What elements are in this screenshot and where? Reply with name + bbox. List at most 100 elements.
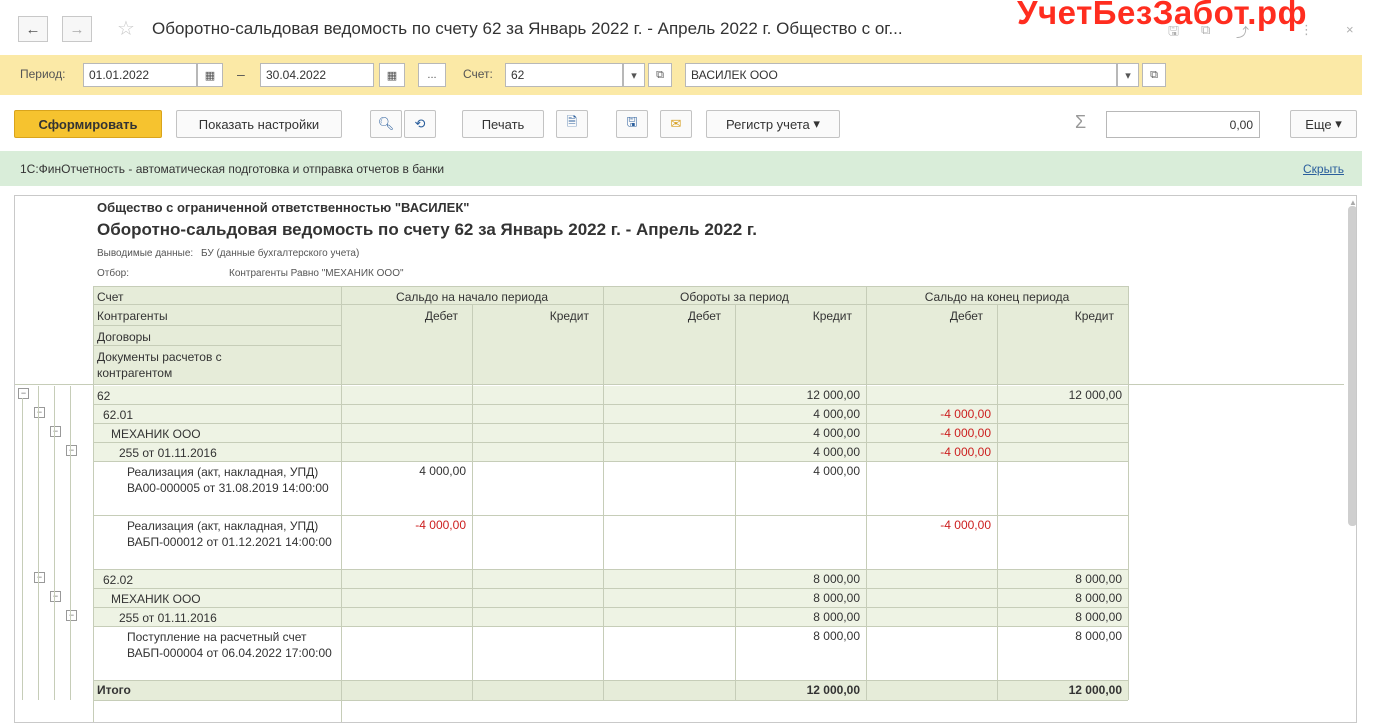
header-credit: Кредит [812,309,852,323]
header-opening: Сальдо на начало периода [395,290,549,304]
account-input[interactable]: 62 [505,63,623,87]
chevron-down-icon: ▾ [1125,69,1131,82]
preview-button[interactable]: 🗎 [556,110,588,138]
grid-line [93,286,1128,287]
account-label: Счет: [463,67,493,81]
date-to-calendar-button[interactable]: ▦ [379,63,405,87]
more-label: Еще [1305,116,1332,132]
cell-tc: 8 000,00 [813,572,860,586]
cell-tc: 8 000,00 [813,591,860,605]
account-open-button[interactable]: ⧉ [648,63,672,87]
period-select-button[interactable]: ... [418,63,446,87]
cell-cd: -4 000,00 [940,518,991,532]
sum-field[interactable]: 0,00 [1106,111,1260,138]
cell-cc: 8 000,00 [1075,572,1122,586]
grid-line [38,386,39,700]
collapse-toggle-icon[interactable]: − [50,591,61,602]
search-button[interactable]: 🔍︎ [370,110,402,138]
finotchetnost-link[interactable]: 1С:ФинОтчетность [20,162,125,176]
grid-line [70,386,71,700]
register-button[interactable]: Регистр учета ▾ [706,110,840,138]
date-to-input[interactable]: 30.04.2022 [260,63,374,87]
date-from-input[interactable]: 01.01.2022 [83,63,197,87]
chevron-down-icon: ▾ [631,69,637,82]
counterparty-open-button[interactable]: ⧉ [1142,63,1166,87]
dots-label: ... [427,69,437,81]
cell-cc: 8 000,00 [1075,629,1122,643]
cell-tc: 8 000,00 [813,629,860,643]
scroll-up-icon[interactable]: ▲ [1349,198,1356,207]
date-from-calendar-button[interactable]: ▦ [197,63,223,87]
account-dropdown-button[interactable]: ▾ [623,63,645,87]
favorite-star-icon[interactable]: ☆ [117,16,135,41]
vertical-scrollbar[interactable] [1348,206,1356,526]
chevron-down-icon: ▾ [1335,116,1342,131]
banner-description: - автоматическая подготовка и отправка о… [125,162,445,176]
forward-arrow-icon: → [69,20,85,38]
row-name: 255 от 01.11.2016 [119,446,217,460]
collapse-toggle-icon[interactable]: − [66,445,77,456]
close-icon[interactable]: × [1346,22,1354,37]
show-settings-button[interactable]: Показать настройки [176,110,342,138]
grid-line [22,398,23,700]
collapse-toggle-icon[interactable]: − [66,610,77,621]
more-button[interactable]: Еще ▾ [1290,110,1357,138]
search-icon: 🔍︎ [377,116,395,131]
grid-line [93,384,94,700]
header-debit: Дебет [949,309,983,323]
total-closing-credit: 12 000,00 [1068,683,1122,697]
header-credit: Кредит [549,309,589,323]
row-name: 255 от 01.11.2016 [119,611,217,625]
grid-line [603,384,604,700]
grid-line [866,384,867,700]
report-sheet: Общество с ограниченной ответственностью… [14,195,1357,723]
generate-button[interactable]: Сформировать [14,110,162,138]
row-name: 62.02 [103,573,134,587]
grid-line [15,384,1344,385]
header-docs: Документы расчетов с контрагентом [97,350,222,380]
collapse-toggle-icon[interactable]: − [34,572,45,583]
row-name: МЕХАНИК ООО [111,427,201,441]
cell-cd: -4 000,00 [940,426,991,440]
total-row-bg [93,681,1128,700]
collapse-toggle-icon[interactable]: − [34,407,45,418]
cell-tc: 4 000,00 [813,426,860,440]
header-debit: Дебет [424,309,458,323]
print-button[interactable]: Печать [462,110,544,138]
cell-cc: 8 000,00 [1075,610,1122,624]
cell-tc: 4 000,00 [813,445,860,459]
watermark-logo: УчетБезЗабот.рф [1017,0,1307,31]
counterparty-input[interactable]: ВАСИЛЕК ООО [685,63,1117,87]
row-name: Реализация (акт, накладная, УПД) ВАБП-00… [127,519,332,549]
grid-line [1128,286,1129,384]
calendar-icon: ▦ [386,69,398,82]
header-contracts: Договоры [97,330,151,344]
back-button[interactable]: ← [18,16,48,42]
grid-line [93,461,1128,462]
grid-line [93,515,1128,516]
header-counterparties: Контрагенты [97,309,168,323]
collapse-toggle-icon[interactable]: − [50,426,61,437]
save-button[interactable]: 🖫 [616,110,648,138]
period-dash: – [237,66,245,82]
row-name: 62.01 [103,408,134,422]
header-debit: Дебет [687,309,721,323]
email-button[interactable]: ✉ [660,110,692,138]
grid-line [54,386,55,700]
sigma-icon: Σ [1075,112,1087,132]
search-advanced-button[interactable]: ⟲ [404,110,436,138]
header-closing: Сальдо на конец периода [924,290,1070,304]
header-credit: Кредит [1074,309,1114,323]
counterparty-dropdown-button[interactable]: ▾ [1117,63,1139,87]
search-refresh-icon: ⟲ [414,116,426,131]
banner-text: 1С:ФинОтчетность - автоматическая подгот… [20,162,444,176]
open-form-icon: ⧉ [1150,68,1158,81]
grid-line [93,700,94,722]
hide-banner-link[interactable]: Скрыть [1303,162,1344,176]
chevron-down-icon: ▾ [813,116,820,131]
osv-table: Счет Контрагенты Договоры Документы расчето… [15,196,1356,722]
forward-button[interactable]: → [62,16,92,42]
cell-tc: 8 000,00 [813,610,860,624]
collapse-toggle-icon[interactable]: − [18,388,29,399]
grid-line [341,700,342,722]
